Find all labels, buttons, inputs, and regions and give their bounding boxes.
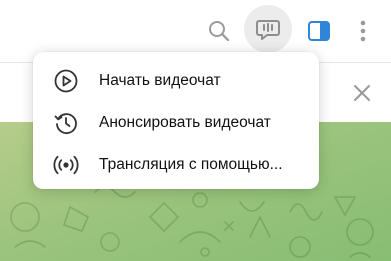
pinned-bar-close-button[interactable]: [349, 80, 375, 106]
clock-history-icon: [52, 109, 80, 137]
play-circle-icon: [52, 67, 80, 95]
menu-item-label: Начать видеочат: [99, 72, 221, 89]
side-panel-button[interactable]: [305, 17, 333, 45]
broadcast-icon: [52, 151, 80, 179]
more-button[interactable]: [352, 17, 374, 45]
videochat-dropdown-menu: Начать видеочат Анонсировать видеочат Тр…: [33, 52, 319, 189]
close-icon: [354, 85, 370, 101]
videochat-button[interactable]: [244, 5, 292, 53]
more-vertical-icon: [360, 20, 366, 42]
side-panel-icon: [308, 21, 330, 41]
menu-item-stream-with[interactable]: Трансляция с помощью...: [33, 144, 319, 186]
search-icon: [209, 21, 230, 42]
search-button[interactable]: [205, 17, 233, 45]
menu-item-start-videochat[interactable]: Начать видеочат: [33, 60, 319, 102]
menu-item-schedule-videochat[interactable]: Анонсировать видеочат: [33, 102, 319, 144]
menu-item-label: Трансляция с помощью...: [99, 156, 283, 173]
videochat-icon: [256, 20, 280, 40]
menu-item-label: Анонсировать видеочат: [99, 114, 271, 131]
